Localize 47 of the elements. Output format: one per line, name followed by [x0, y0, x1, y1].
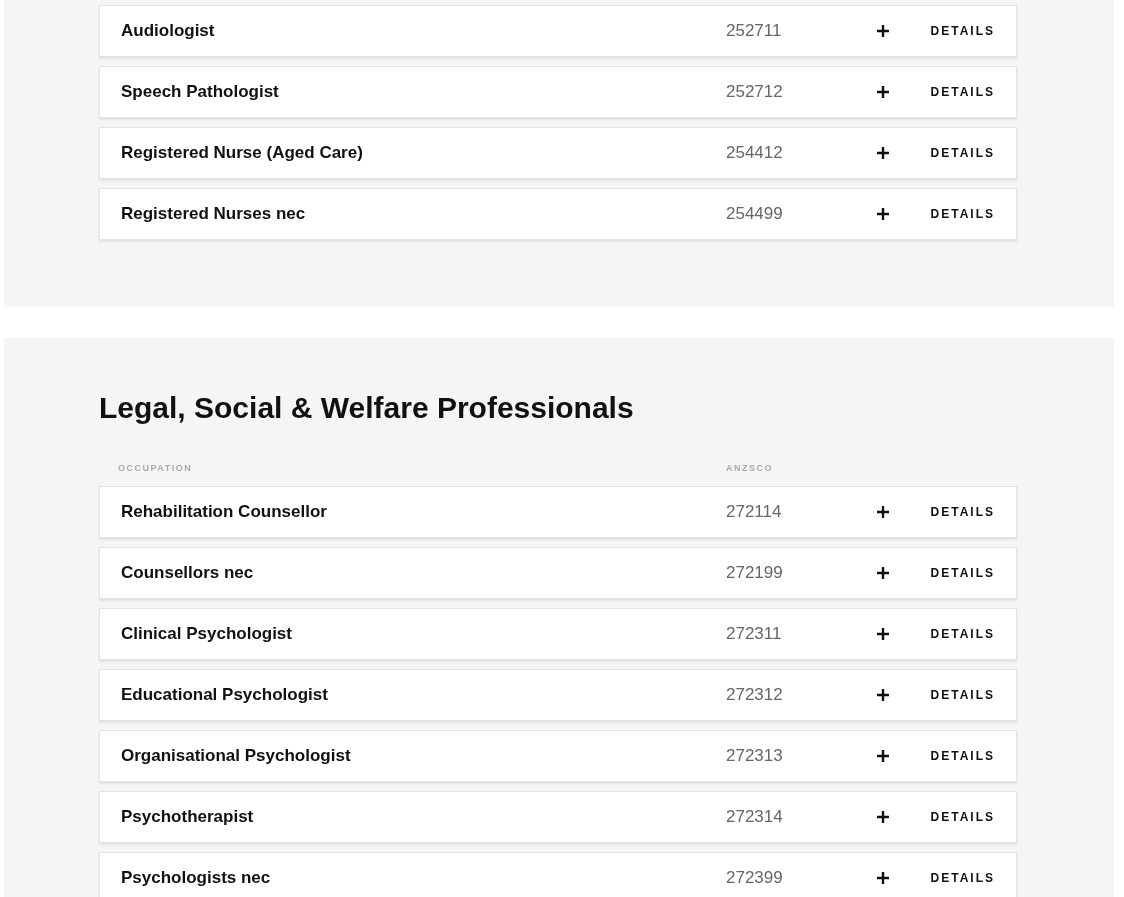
plus-icon[interactable]	[877, 208, 889, 220]
occupation-name: Registered Nurse (Aged Care)	[121, 142, 364, 165]
plus-icon[interactable]	[877, 810, 889, 823]
details-link[interactable]: DETAILS	[930, 624, 995, 643]
details-link[interactable]: DETAILS	[930, 144, 995, 162]
occupation-name: Clinical Psychologist	[121, 622, 293, 645]
occupation-name: Rehabilitation Counsellor	[121, 500, 328, 523]
anzsco-code: 252711	[726, 20, 783, 43]
plus-icon[interactable]	[877, 749, 889, 762]
plus-icon[interactable]	[877, 147, 889, 159]
anzsco-code: 272399	[726, 866, 784, 889]
details-link[interactable]: DETAILS	[930, 83, 995, 101]
plus-icon[interactable]	[877, 871, 889, 884]
details-link[interactable]: DETAILS	[930, 807, 995, 826]
anzsco-code: 252712	[726, 81, 784, 104]
occupation-name: Psychotherapist	[121, 805, 255, 828]
plus-icon[interactable]	[877, 505, 889, 518]
plus-icon[interactable]	[877, 25, 889, 37]
occupation-name: Counsellors nec	[121, 561, 255, 584]
anzsco-code: 254499	[726, 203, 784, 226]
anzsco-code: 272312	[726, 683, 784, 706]
anzsco-code: 254412	[726, 142, 784, 165]
column-header: ANZSCO	[726, 462, 773, 475]
details-link[interactable]: DETAILS	[930, 685, 995, 704]
details-link[interactable]: DETAILS	[930, 22, 995, 40]
details-link[interactable]: DETAILS	[930, 563, 995, 582]
details-link[interactable]: DETAILS	[930, 205, 995, 223]
occupation-name: Speech Pathologist	[121, 81, 280, 104]
anzsco-code: 272199	[726, 561, 784, 584]
section-heading: Legal, Social & Welfare Professionals	[99, 390, 635, 426]
occupation-name: Psychologists nec	[121, 866, 272, 889]
anzsco-code: 272314	[726, 805, 784, 828]
column-header: OCCUPATION	[118, 462, 194, 475]
occupation-name: Registered Nurses nec	[121, 203, 307, 226]
details-link[interactable]: DETAILS	[930, 502, 995, 521]
details-link[interactable]: DETAILS	[930, 868, 995, 887]
plus-icon[interactable]	[877, 688, 889, 701]
occupation-name: Educational Psychologist	[121, 683, 329, 706]
plus-icon[interactable]	[877, 627, 889, 640]
plus-icon[interactable]	[877, 566, 889, 579]
anzsco-code: 272313	[726, 744, 784, 767]
anzsco-code: 272311	[726, 622, 783, 645]
anzsco-code: 272114	[726, 500, 783, 523]
plus-icon[interactable]	[877, 86, 889, 98]
occupation-name: Audiologist	[121, 20, 216, 43]
occupation-name: Organisational Psychologist	[121, 744, 352, 767]
details-link[interactable]: DETAILS	[930, 746, 995, 765]
